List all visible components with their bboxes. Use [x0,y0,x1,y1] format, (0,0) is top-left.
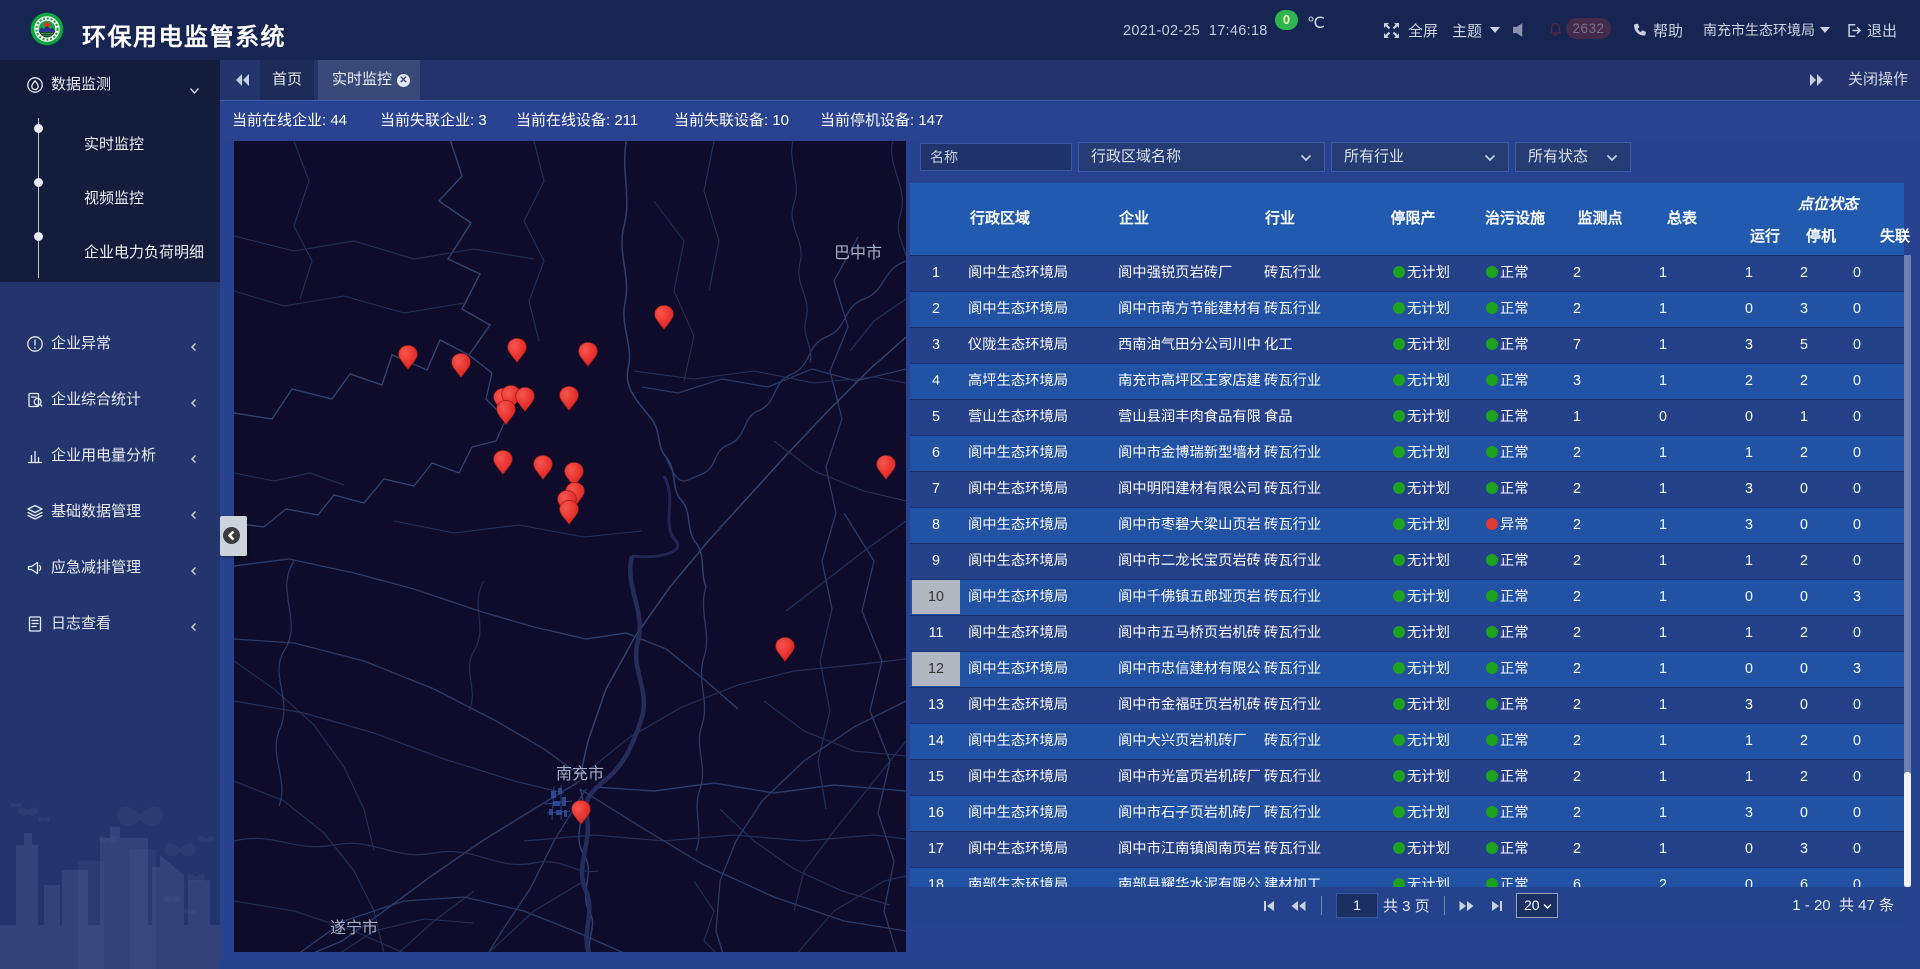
svg-text:巴中市: 巴中市 [834,244,882,262]
svg-text:南充市: 南充市 [556,765,604,783]
svg-text:遂宁市: 遂宁市 [330,919,378,937]
